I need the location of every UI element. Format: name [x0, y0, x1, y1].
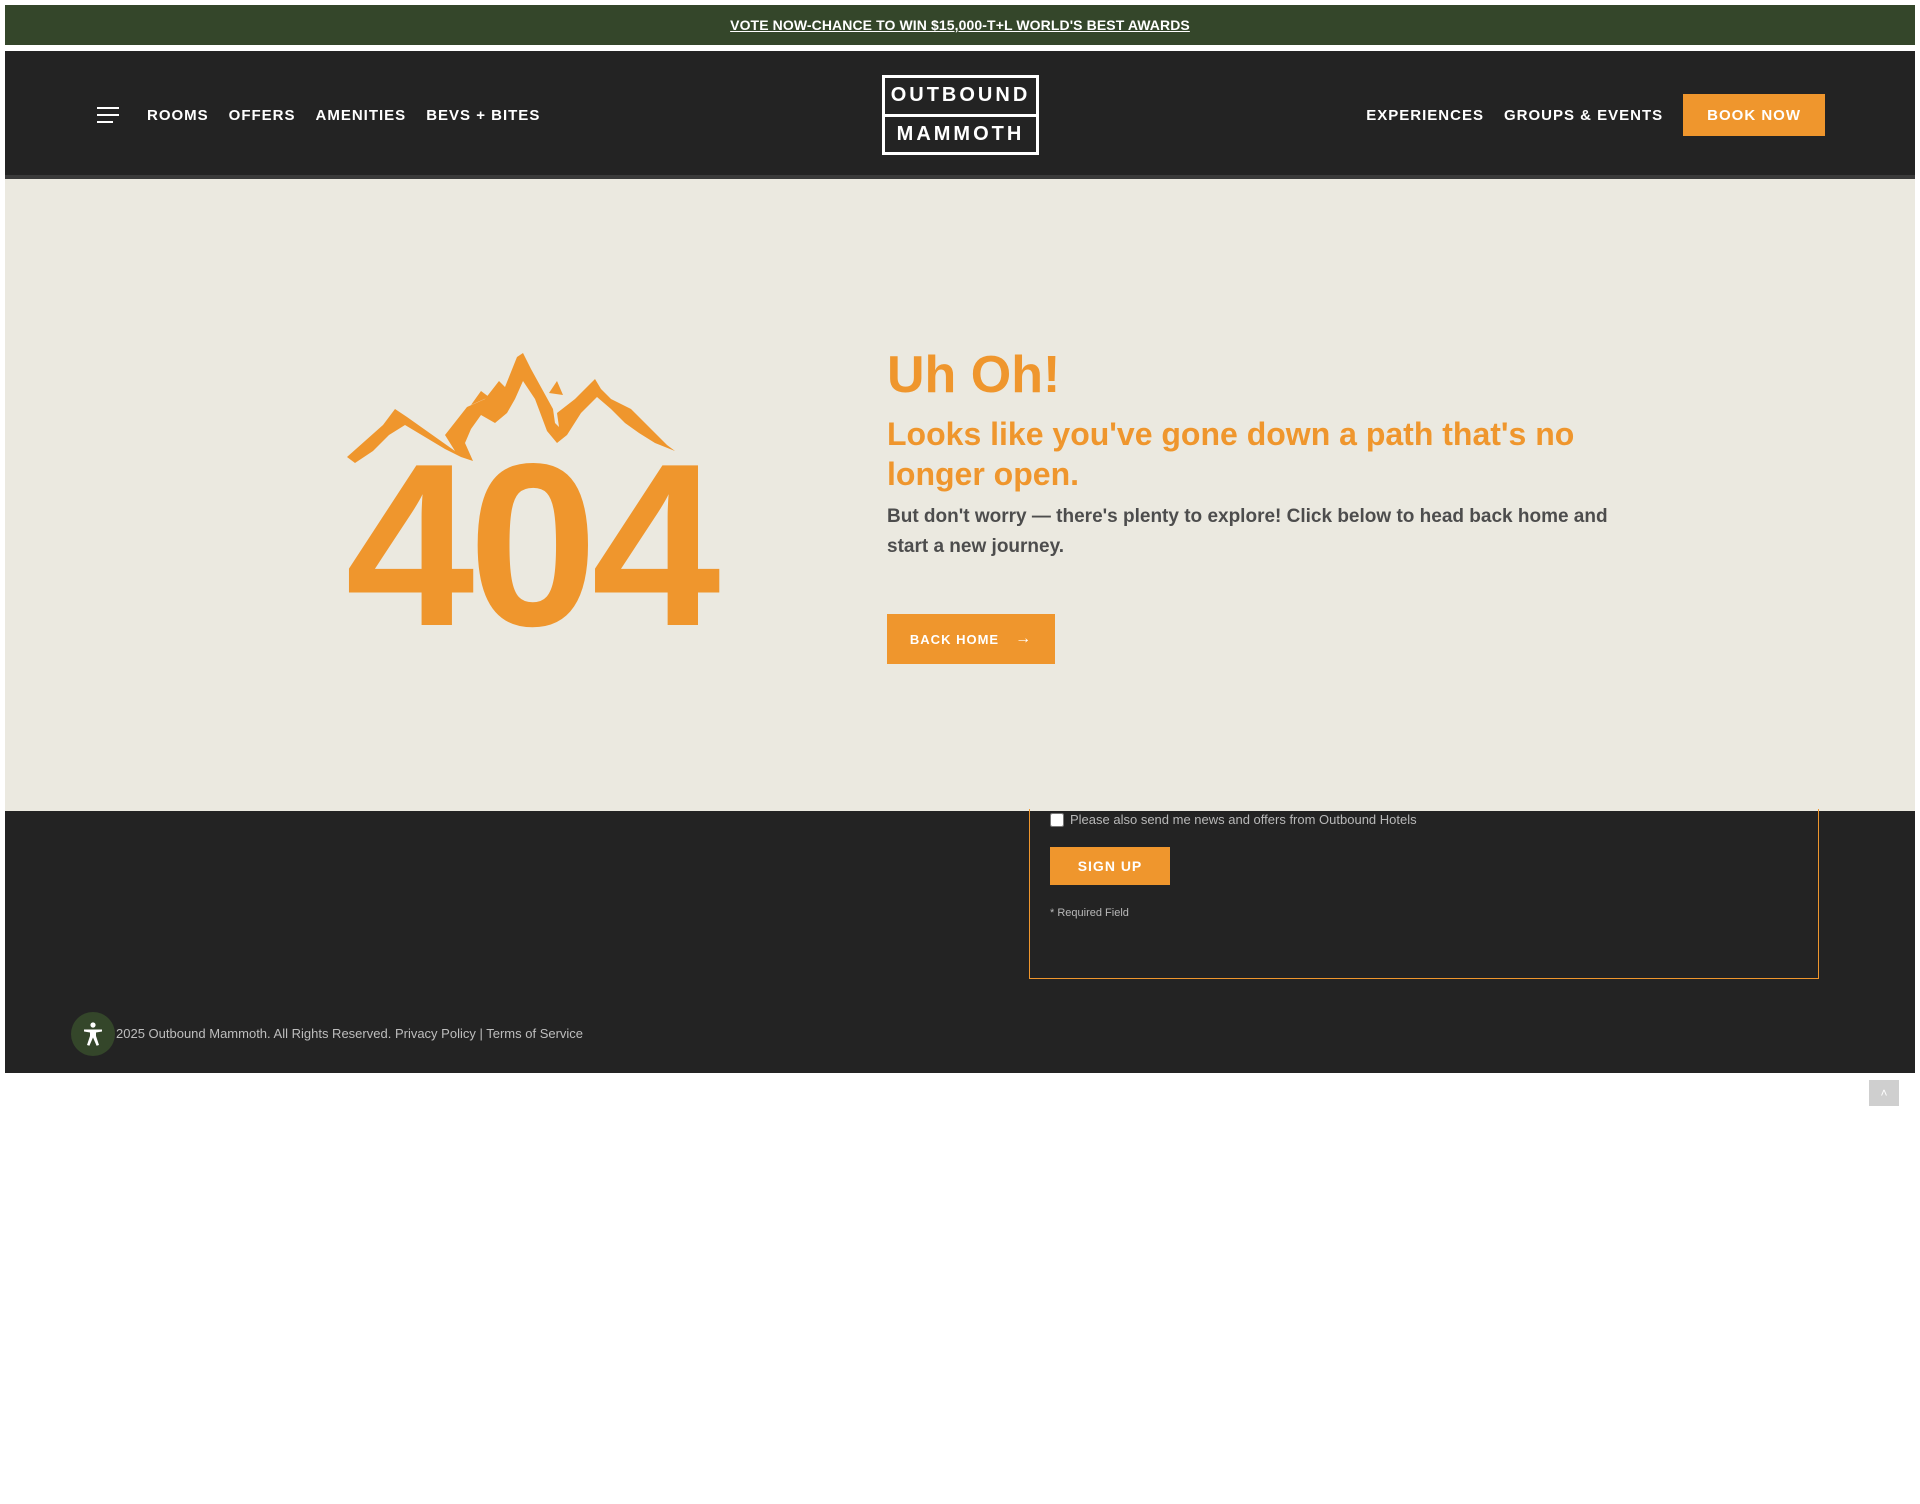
announcement-bar: VOTE NOW-CHANCE TO WIN $15,000-T+L WORLD… [5, 5, 1915, 45]
nav-amenities[interactable]: AMENITIES [316, 107, 407, 124]
logo-line-1: OUTBOUND [890, 84, 1031, 107]
offers-checkbox-row[interactable]: Please also send me news and offers from… [1050, 812, 1417, 827]
required-field-note: * Required Field [1050, 907, 1129, 919]
privacy-policy-link[interactable]: Privacy Policy [395, 1026, 476, 1041]
chevron-up-icon[interactable]: ˄ [1869, 1080, 1899, 1106]
accessibility-icon[interactable] [71, 1012, 115, 1056]
site-footer: Please also send me news and offers from… [5, 809, 1915, 1073]
nav-groups-events[interactable]: GROUPS & EVENTS [1504, 107, 1663, 124]
terms-of-service-link[interactable]: Terms of Service [486, 1026, 583, 1041]
nav-experiences[interactable]: EXPERIENCES [1366, 107, 1484, 124]
primary-nav-left: ROOMS OFFERS AMENITIES BEVS + BITES [147, 51, 540, 179]
back-home-button[interactable]: BACK HOME → [887, 614, 1055, 665]
error-section: 404 Uh Oh! Looks like you've gone down a… [5, 179, 1915, 811]
nav-bevs-bites[interactable]: BEVS + BITES [426, 107, 540, 124]
mountain-404-illustration: 404 [345, 353, 726, 629]
site-header: ROOMS OFFERS AMENITIES BEVS + BITES OUTB… [5, 51, 1915, 179]
primary-nav-right: EXPERIENCES GROUPS & EVENTS BOOK NOW [1366, 51, 1825, 179]
nav-rooms[interactable]: ROOMS [147, 107, 209, 124]
page-subtitle: Looks like you've gone down a path that'… [887, 416, 1575, 493]
error-message: Uh Oh! Looks like you've gone down a pat… [887, 346, 1627, 665]
announcement-link[interactable]: VOTE NOW-CHANCE TO WIN $15,000-T+L WORLD… [730, 17, 1190, 33]
sign-up-button[interactable]: SIGN UP [1050, 847, 1170, 885]
offers-checkbox[interactable] [1050, 812, 1064, 827]
page-title: Uh Oh! [887, 346, 1061, 404]
back-home-label: BACK HOME [909, 631, 1000, 647]
copyright-line: 2025 Outbound Mammoth. All Rights Reserv… [116, 1026, 583, 1041]
offers-checkbox-label: Please also send me news and offers from… [1070, 812, 1417, 827]
newsletter-signup-form: Please also send me news and offers from… [1029, 809, 1819, 979]
site-logo[interactable]: OUTBOUND MAMMOTH [882, 75, 1039, 155]
art-404-text: 404 [345, 416, 719, 629]
hamburger-icon[interactable] [97, 107, 119, 123]
footer-separator: | [475, 1026, 487, 1041]
book-now-button[interactable]: BOOK NOW [1683, 94, 1825, 136]
arrow-right-icon: → [1015, 630, 1033, 648]
copyright-text: 2025 Outbound Mammoth. All Rights Reserv… [116, 1026, 392, 1041]
page-body-text: But don't worry — there's plenty to expl… [887, 506, 1608, 558]
nav-offers[interactable]: OFFERS [229, 107, 296, 124]
page-frame: VOTE NOW-CHANCE TO WIN $15,000-T+L WORLD… [5, 5, 1915, 1073]
logo-line-2: MAMMOTH [885, 113, 1036, 153]
